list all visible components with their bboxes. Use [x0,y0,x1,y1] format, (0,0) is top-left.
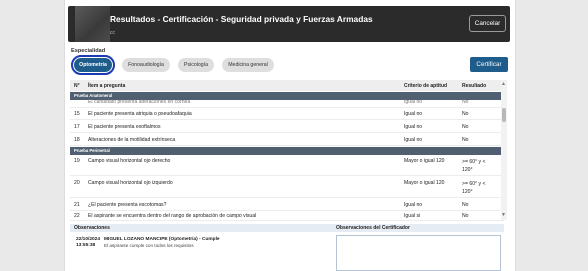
row-result: No [462,202,469,208]
col-item: Ítem a pregunta [88,83,126,89]
certify-button[interactable]: Certificar [470,57,508,72]
row-item: El candidato presenta alteraciones en co… [88,99,191,105]
row-item: Alteraciones de la motilidad extrínseca [88,137,176,143]
scroll-down-icon[interactable]: ▼ [501,212,506,218]
row-result: >= 60° y < 120° [462,159,486,173]
row-result: No [462,99,469,105]
row-item: El paciente presenta atriquia o pseudoaf… [88,111,192,117]
row-criteria: Mayor o igual 120 [404,158,445,164]
row-result: No [462,111,469,117]
table-row: El candidato presenta alteraciones en co… [70,99,504,108]
certifier-observations-label: Observaciones del Certificador [336,225,410,231]
table-row: 19 Campo visual horizontal ojo derecho M… [70,155,504,176]
section-header: Prueba Perimetral [70,147,504,155]
row-criteria: Igual no [404,137,423,143]
table-row: 17 El paciente presenta exoftalmos Igual… [70,121,504,133]
row-item: El paciente presenta exoftalmos [88,124,161,130]
table-row: 15 El paciente presenta atriquia o pseud… [70,108,504,120]
table-scrollbar[interactable] [501,80,507,220]
row-no: 15 [74,111,80,117]
tab-optometria[interactable]: Optometría [71,55,115,75]
row-criteria: Igual no [404,202,423,208]
observation-time: 13:55:38 [76,243,96,248]
col-criteria: Criterio de aptitud [404,83,448,89]
row-criteria: Igual no [404,99,423,105]
row-no: 17 [74,124,80,130]
row-no: 19 [74,158,80,164]
table-row: 22 El aspirante se encuentra dentro del … [70,211,504,221]
row-item: Campo visual horizontal ojo derecho [88,158,171,164]
certifier-observations-input[interactable] [336,235,501,271]
row-no: 21 [74,202,80,208]
observations-label: Observaciones [74,225,110,231]
row-no: 22 [74,213,80,219]
col-no: N° [74,83,80,89]
header-bar: Resultados - Certificación - Seguridad p… [68,6,510,42]
tab-medicina-general[interactable]: Medicina general [222,58,274,72]
row-result: No [462,137,469,143]
table-row: 18 Alteraciones de la motilidad extrínse… [70,134,504,146]
tab-fonoaudiologia[interactable]: Fonoaudiología [122,58,170,72]
tab-psicologia[interactable]: Psicología [178,58,214,72]
row-no: 18 [74,137,80,143]
col-result: Resultado [462,83,487,89]
row-no: 20 [74,180,80,186]
row-criteria: Igual si [404,213,421,219]
row-criteria: Igual no [404,124,423,130]
page-title: Resultados - Certificación - Seguridad p… [110,14,373,24]
table-row: 21 ¿El paciente presenta escotomas? Igua… [70,199,504,211]
row-item: ¿El paciente presenta escotomas? [88,202,167,208]
table-row: 20 Campo visual horizontal ojo izquierdo… [70,177,504,198]
cancel-button[interactable]: Cancelar [469,15,506,32]
row-result: No [462,124,469,130]
observation-datetime: 22/10/2024 13:55:38 [76,237,100,249]
scrollbar-thumb[interactable] [502,108,506,122]
avatar [75,6,110,42]
row-item: Campo visual horizontal ojo izquierdo [88,180,173,186]
row-item: El aspirante se encuentra dentro del ran… [88,213,257,219]
specialty-label: Especialidad [71,48,106,54]
scroll-up-icon[interactable]: ▲ [501,81,506,87]
row-criteria: Mayor o igual 120 [404,180,445,186]
observation-text: El aspirante cumple con todos los requis… [104,243,194,248]
row-result: No [462,213,469,219]
row-criteria: Igual no [404,111,423,117]
observations-header: Observaciones Observaciones del Certific… [70,224,504,232]
results-table: Prueba Anatomeral El candidato presenta … [70,91,504,221]
observations-section: Observaciones Observaciones del Certific… [70,224,504,271]
page-subtitle: cc [110,30,115,36]
observation-author: MIGUEL LOZANO MANCIPE (Optometría) - Cum… [104,237,220,242]
row-result: >= 60° y < 120° [462,181,486,195]
table-header: N° Ítem a pregunta Criterio de aptitud R… [70,80,504,91]
